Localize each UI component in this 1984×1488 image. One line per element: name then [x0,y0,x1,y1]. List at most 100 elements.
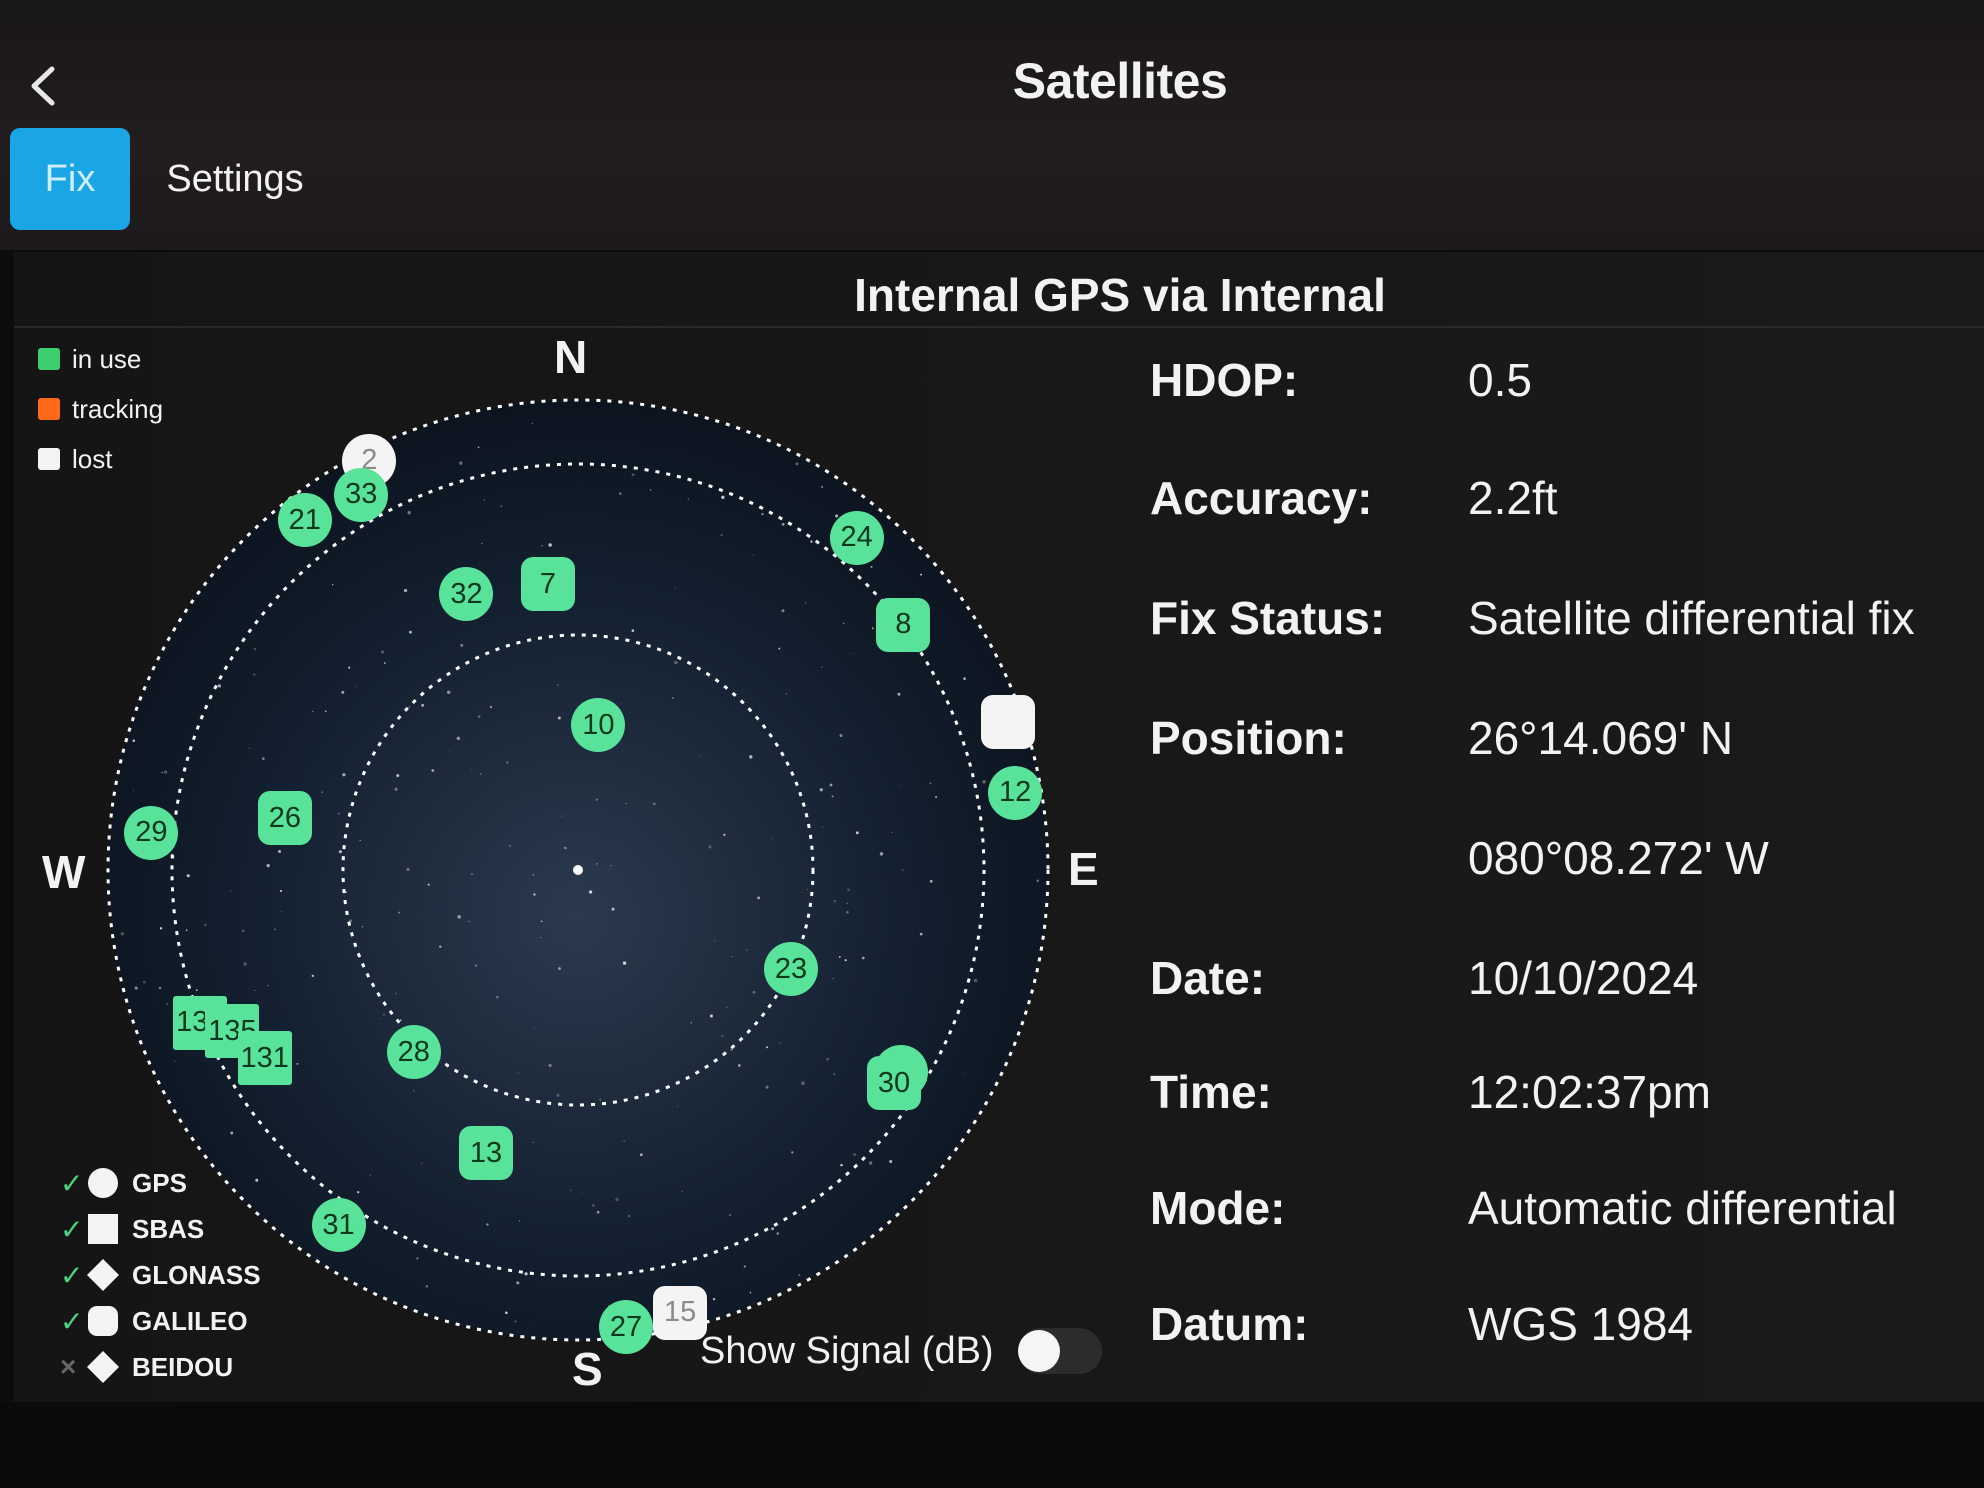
star [563,846,567,849]
star [561,815,563,817]
satellite-33[interactable]: 33 [334,467,389,522]
star [345,891,348,894]
toggle-knob [1017,1330,1060,1372]
star [770,838,773,840]
constellation-sbas[interactable]: ✓ SBAS [60,1206,261,1252]
star [338,850,343,854]
star [731,956,733,958]
star [982,780,986,784]
star [752,990,756,994]
star [481,542,483,544]
satellite-27[interactable]: 27 [599,1300,654,1355]
star [766,1046,769,1049]
constellation-galileo[interactable]: ✓ GALILEO [60,1298,261,1344]
star [621,947,623,949]
satellite-28[interactable]: 28 [386,1025,441,1080]
constellation-gps[interactable]: ✓ GPS [60,1160,261,1206]
star [449,1316,451,1318]
star [929,879,933,883]
star [500,505,503,507]
star [765,1085,769,1089]
star [798,1274,801,1277]
star [900,785,902,787]
date-value: 10/10/2024 [1468,952,1699,1004]
check-icon: ✓ [60,1213,84,1245]
star [477,715,481,718]
star [871,627,874,630]
star [963,677,967,681]
show-signal-toggle[interactable] [1017,1328,1102,1374]
star [615,1197,619,1202]
star [819,788,823,792]
latitude-value: 26°14.069' N [1468,712,1734,764]
satellite-26[interactable]: 26 [257,791,312,846]
star [619,492,622,495]
accuracy-row: Accuracy: 2.2ft [1150,468,1970,528]
star [861,956,865,960]
star [631,473,635,477]
fix-status-row: Fix Status: Satellite differential fix [1150,588,1970,648]
star [671,697,674,699]
star [627,1214,631,1218]
satellite-12[interactable]: 12 [988,765,1043,820]
satellite-24[interactable]: 24 [829,510,884,565]
star [723,833,726,836]
star [431,769,435,772]
star [279,889,283,893]
star [889,1159,893,1164]
star [296,1062,299,1065]
star [195,989,198,992]
satellite-13[interactable]: 13 [459,1126,514,1181]
zenith-dot [573,865,583,875]
star [781,609,785,613]
star [281,910,282,912]
cross-icon: × [60,1351,77,1382]
constellation-label: GALILEO [132,1305,248,1336]
star [721,495,725,499]
star [720,533,723,537]
star [413,1090,415,1092]
star [778,647,781,650]
star [681,1190,683,1193]
star [868,1161,873,1165]
star [687,498,689,500]
star [548,543,552,547]
star [699,755,702,757]
satellite-7[interactable]: 7 [520,557,575,612]
star [541,545,543,547]
accuracy-label: Accuracy: [1150,472,1373,524]
star [623,1140,625,1142]
star [596,1210,600,1214]
star [771,1227,775,1231]
star [855,831,859,835]
satellite-30[interactable]: 30 [867,1056,922,1111]
satellite-29[interactable]: 29 [124,805,179,860]
star [639,1153,643,1157]
star [489,705,493,709]
star [778,1167,780,1169]
star [581,1192,583,1194]
satellite-131[interactable]: 131 [237,1031,292,1086]
star [457,915,461,919]
star [516,1281,520,1285]
compass-west: W [42,846,86,898]
satellite-8[interactable]: 8 [876,597,931,652]
fix-status-label: Fix Status: [1150,592,1386,644]
constellation-label: SBAS [132,1213,205,1244]
star [361,926,364,928]
star [416,1257,419,1260]
satellite-23[interactable]: 23 [763,942,818,997]
star [518,1071,519,1073]
star [749,1291,752,1294]
star [274,928,276,931]
satellite-31[interactable]: 31 [311,1198,366,1252]
star [677,1105,679,1107]
star [403,588,408,593]
star [342,773,346,777]
satellite-21[interactable]: 21 [277,493,332,548]
star [934,795,938,799]
star [776,1232,779,1235]
constellation-beidou[interactable]: × BEIDOU [60,1344,261,1390]
satellite-unlabeled[interactable] [980,695,1035,750]
constellation-glonass[interactable]: ✓ GLONASS [60,1252,261,1298]
